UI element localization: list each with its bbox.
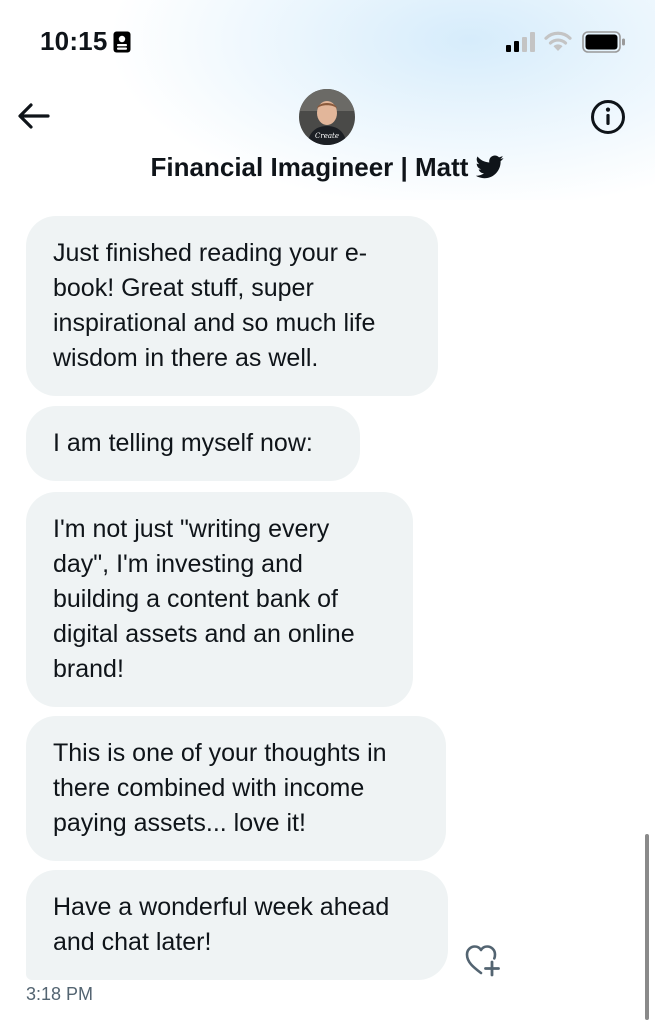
- conversation-title-row: Financial Imagineer | Matt: [0, 152, 655, 183]
- message-line: digital assets and an online: [53, 620, 355, 648]
- dm-conversation-screen: 10:15 Create Financial Imagineer | Matt …: [0, 0, 655, 1024]
- message-line: there combined with income: [53, 774, 365, 802]
- signal-icon: [506, 32, 535, 52]
- message-line: wisdom in there as well.: [53, 344, 319, 372]
- svg-text:Create: Create: [315, 132, 339, 140]
- id-card-icon: [113, 31, 131, 53]
- avatar[interactable]: Create: [299, 89, 355, 145]
- message-bubble[interactable]: I am telling myself now:: [26, 406, 360, 481]
- heart-plus-icon[interactable]: [464, 942, 502, 978]
- message-line: building a content bank of: [53, 585, 338, 613]
- status-time: 10:15: [40, 26, 108, 56]
- message-line: Have a wonderful week ahead: [53, 893, 390, 921]
- battery-icon: [582, 31, 625, 53]
- message-timestamp: 3:18 PM: [26, 984, 94, 1004]
- message-line: Just finished reading your e-: [53, 239, 368, 267]
- message-line: paying assets... love it!: [53, 809, 306, 837]
- wifi-icon: [544, 31, 572, 51]
- message-bubble[interactable]: Just finished reading your e- book! Grea…: [26, 216, 438, 396]
- twitter-bird-icon: [476, 155, 504, 179]
- info-button[interactable]: [589, 98, 627, 136]
- back-button[interactable]: [14, 98, 54, 134]
- scrollbar[interactable]: [645, 834, 649, 1020]
- message-line: brand!: [53, 655, 124, 683]
- message-line: I'm not just "writing every: [53, 515, 330, 543]
- message-line: book! Great stuff, super: [53, 274, 314, 302]
- message-line: and chat later!: [53, 928, 212, 956]
- message-bubble[interactable]: This is one of your thoughts in there co…: [26, 716, 446, 861]
- conversation-title: Financial Imagineer | Matt: [150, 152, 469, 182]
- message-line: I am telling myself now:: [53, 429, 313, 457]
- message-line: inspirational and so much life: [53, 309, 376, 337]
- message-bubble[interactable]: Have a wonderful week ahead and chat lat…: [26, 870, 448, 980]
- message-line: day", I'm investing and: [53, 550, 303, 578]
- message-line: This is one of your thoughts in: [53, 739, 387, 767]
- message-bubble[interactable]: I'm not just "writing every day", I'm in…: [26, 492, 413, 707]
